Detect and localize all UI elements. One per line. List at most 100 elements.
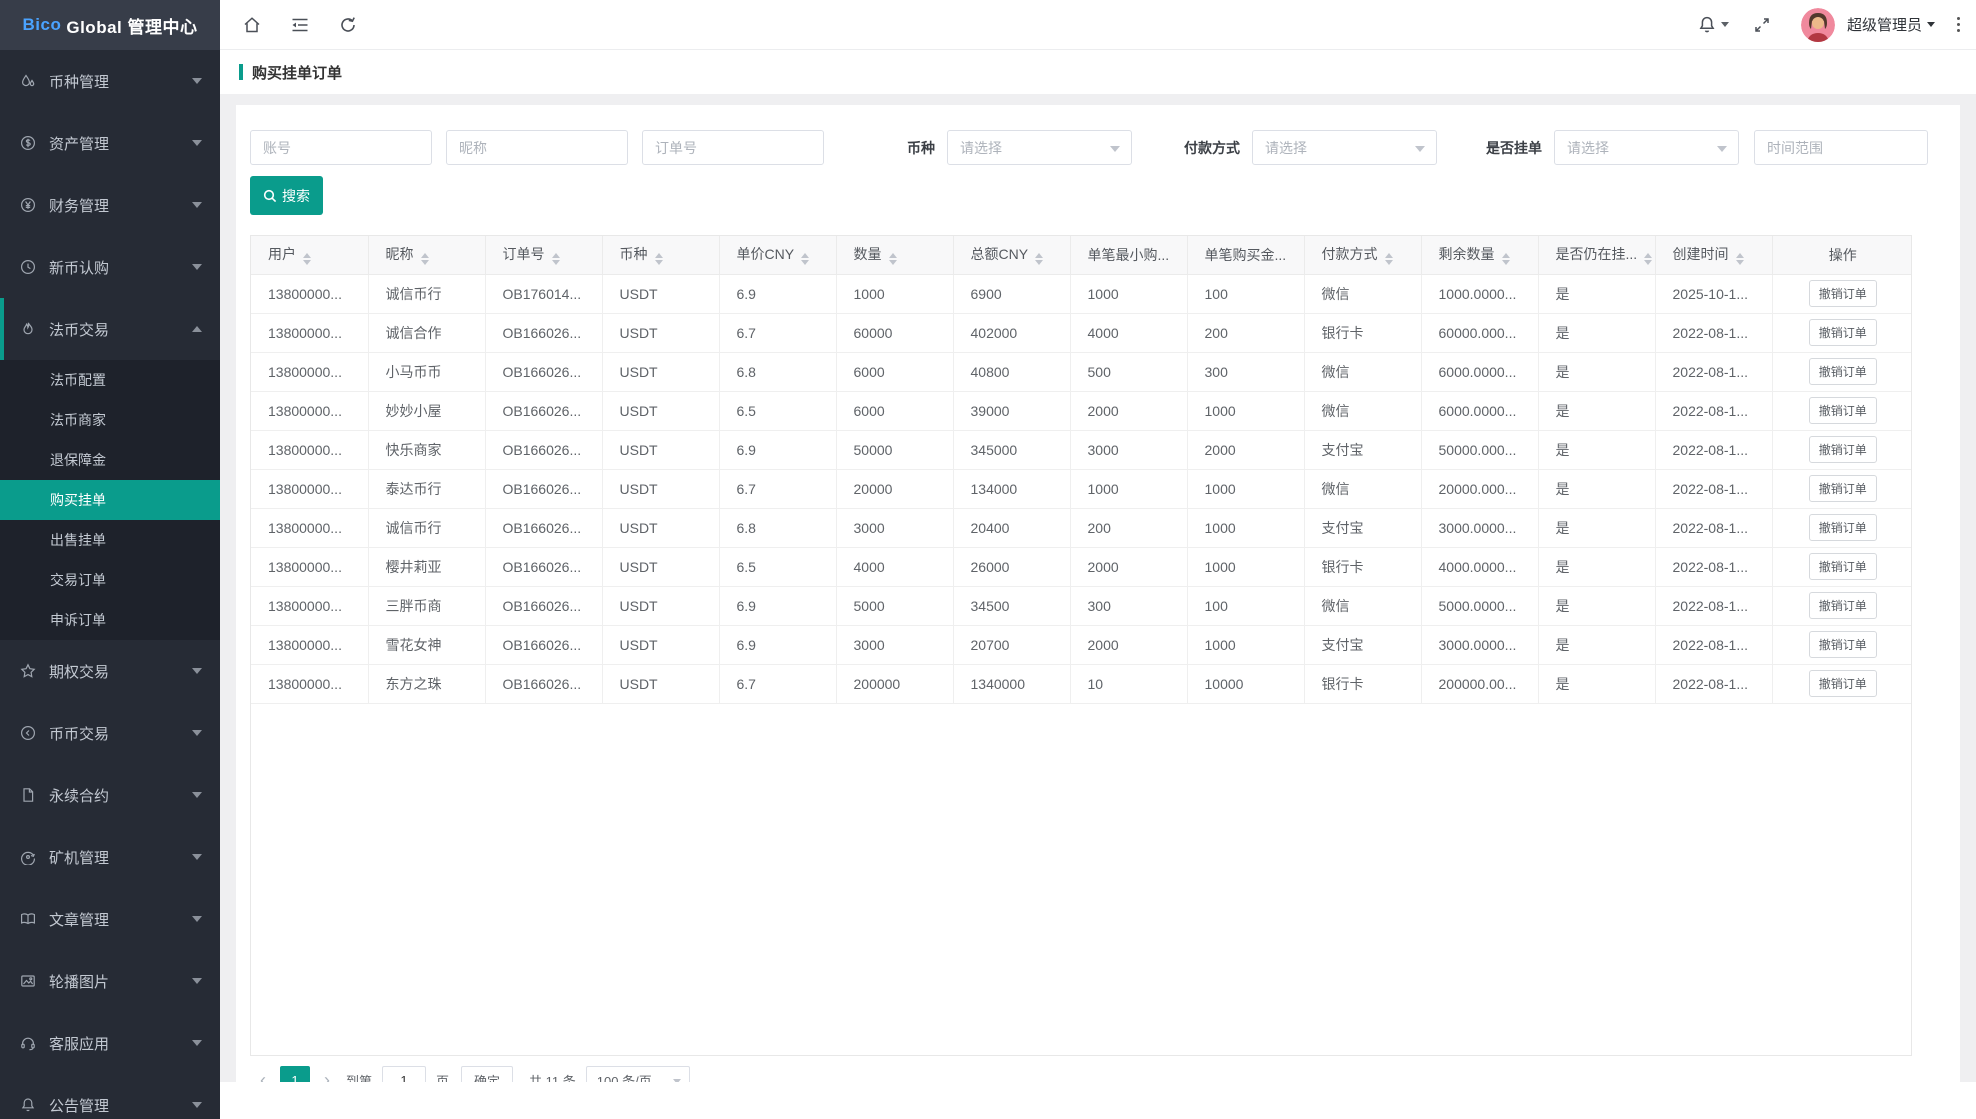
sidebar-item[interactable]: 币种管理 xyxy=(0,50,220,112)
cancel-order-button[interactable]: 撤销订单 xyxy=(1809,280,1877,307)
coin-select[interactable]: 请选择 xyxy=(947,130,1132,165)
cancel-order-button[interactable]: 撤销订单 xyxy=(1809,631,1877,658)
payment-label: 付款方式 xyxy=(1184,138,1240,158)
is-listed-select[interactable]: 请选择 xyxy=(1554,130,1739,165)
column-header[interactable]: 付款方式 xyxy=(1304,236,1421,274)
home-icon[interactable] xyxy=(242,15,262,35)
table-cell: 200 xyxy=(1070,508,1187,547)
sidebar-item[interactable]: 公告管理 xyxy=(0,1074,220,1119)
table-cell: 13800000... xyxy=(251,508,368,547)
sidebar-item[interactable]: 币币交易 xyxy=(0,702,220,764)
sidebar-subitem[interactable]: 退保障金 xyxy=(0,440,220,480)
page-size-select[interactable]: 100 条/页 xyxy=(586,1066,690,1082)
sidebar-subitem[interactable]: 法币商家 xyxy=(0,400,220,440)
sidebar-item[interactable]: 轮播图片 xyxy=(0,950,220,1012)
sidebar-item[interactable]: 文章管理 xyxy=(0,888,220,950)
cancel-order-button[interactable]: 撤销订单 xyxy=(1809,670,1877,697)
column-header[interactable]: 昵称 xyxy=(368,236,485,274)
jump-page-input[interactable] xyxy=(382,1066,426,1082)
announcement-icon xyxy=(20,1097,36,1113)
sidebar-subitem[interactable]: 申诉订单 xyxy=(0,600,220,640)
column-header[interactable]: 订单号 xyxy=(485,236,602,274)
sidebar-item[interactable]: 矿机管理 xyxy=(0,826,220,888)
refresh-icon[interactable] xyxy=(338,15,358,35)
column-header-label: 剩余数量 xyxy=(1439,246,1495,262)
sidebar-item[interactable]: 期权交易 xyxy=(0,640,220,702)
cancel-order-button[interactable]: 撤销订单 xyxy=(1809,475,1877,502)
table-cell: 微信 xyxy=(1304,586,1421,625)
cancel-order-button[interactable]: 撤销订单 xyxy=(1809,358,1877,385)
table-cell: 6000 xyxy=(836,391,953,430)
sidebar-item[interactable]: 法币交易 xyxy=(0,298,220,360)
table-cell: 500 xyxy=(1070,352,1187,391)
table-cell: 支付宝 xyxy=(1304,430,1421,469)
page-1-button[interactable]: 1 xyxy=(280,1066,310,1082)
payment-select[interactable]: 请选择 xyxy=(1252,130,1437,165)
search-icon xyxy=(263,189,277,203)
column-header[interactable]: 剩余数量 xyxy=(1421,236,1538,274)
time-range-input[interactable] xyxy=(1754,130,1928,165)
table-cell-actions: 撤销订单 xyxy=(1772,469,1912,508)
confirm-button[interactable]: 确定 xyxy=(461,1066,513,1082)
nickname-input[interactable] xyxy=(446,130,628,165)
workspace: 币种 请选择 付款方式 请选择 是否挂单 请选择 搜索 用户昵称订单号币种单价C… xyxy=(220,94,1976,1082)
table-cell: 2022-08-1... xyxy=(1655,430,1772,469)
sort-icon xyxy=(1502,253,1510,265)
sidebar-item[interactable]: 客服应用 xyxy=(0,1012,220,1074)
sidebar-item[interactable]: 永续合约 xyxy=(0,764,220,826)
cancel-order-button[interactable]: 撤销订单 xyxy=(1809,592,1877,619)
column-header[interactable]: 单价CNY xyxy=(719,236,836,274)
user-menu[interactable]: 超级管理员 xyxy=(1847,14,1935,35)
column-header[interactable]: 用户 xyxy=(251,236,368,274)
sidebar-subitem[interactable]: 出售挂单 xyxy=(0,520,220,560)
notifications-button[interactable] xyxy=(1697,15,1729,35)
cancel-order-button[interactable]: 撤销订单 xyxy=(1809,553,1877,580)
next-page-button[interactable]: › xyxy=(314,1066,340,1082)
exchange-icon xyxy=(20,725,36,741)
order-no-input[interactable] xyxy=(642,130,824,165)
table-cell: 2022-08-1... xyxy=(1655,313,1772,352)
sidebar-item[interactable]: 财务管理 xyxy=(0,174,220,236)
column-header[interactable]: 币种 xyxy=(602,236,719,274)
kebab-menu-icon[interactable] xyxy=(1957,17,1960,32)
column-header-label: 单笔购买金... xyxy=(1205,247,1287,263)
table-cell: 是 xyxy=(1538,508,1655,547)
table-cell: 6.9 xyxy=(719,430,836,469)
table-cell-actions: 撤销订单 xyxy=(1772,508,1912,547)
column-header[interactable]: 创建时间 xyxy=(1655,236,1772,274)
sidebar-subitem[interactable]: 法币配置 xyxy=(0,360,220,400)
table-cell: 微信 xyxy=(1304,391,1421,430)
column-header[interactable]: 是否仍在挂... xyxy=(1538,236,1655,274)
sidebar-item[interactable]: 新币认购 xyxy=(0,236,220,298)
fullscreen-icon[interactable] xyxy=(1753,16,1771,34)
table-cell: 100 xyxy=(1187,274,1304,313)
table-cell: 银行卡 xyxy=(1304,313,1421,352)
table-row: 13800000...快乐商家OB166026...USDT6.95000034… xyxy=(251,430,1912,469)
table-cell: USDT xyxy=(602,586,719,625)
chevron-down-icon xyxy=(1927,22,1935,27)
table-row: 13800000...诚信币行OB166026...USDT6.83000204… xyxy=(251,508,1912,547)
sidebar-item[interactable]: 资产管理 xyxy=(0,112,220,174)
table-cell: 1000 xyxy=(1187,547,1304,586)
search-button[interactable]: 搜索 xyxy=(250,176,323,215)
avatar[interactable] xyxy=(1801,8,1835,42)
column-header[interactable]: 数量 xyxy=(836,236,953,274)
cancel-order-button[interactable]: 撤销订单 xyxy=(1809,319,1877,346)
table-cell: 13800000... xyxy=(251,664,368,703)
table-cell: 6000.0000... xyxy=(1421,352,1538,391)
sidebar-subitem[interactable]: 交易订单 xyxy=(0,560,220,600)
table-cell: 13800000... xyxy=(251,313,368,352)
fold-menu-icon[interactable] xyxy=(290,15,310,35)
prev-page-button[interactable]: ‹ xyxy=(250,1066,276,1082)
table-cell: 诚信币行 xyxy=(368,274,485,313)
cancel-order-button[interactable]: 撤销订单 xyxy=(1809,436,1877,463)
cancel-order-button[interactable]: 撤销订单 xyxy=(1809,514,1877,541)
account-input[interactable] xyxy=(250,130,432,165)
table-row: 13800000...诚信合作OB166026...USDT6.76000040… xyxy=(251,313,1912,352)
column-header-label: 昵称 xyxy=(386,246,414,262)
table-cell: 6.5 xyxy=(719,391,836,430)
column-header[interactable]: 总额CNY xyxy=(953,236,1070,274)
cancel-order-button[interactable]: 撤销订单 xyxy=(1809,397,1877,424)
sidebar-subitem-active[interactable]: 购买挂单 xyxy=(0,480,220,520)
table-cell: USDT xyxy=(602,391,719,430)
